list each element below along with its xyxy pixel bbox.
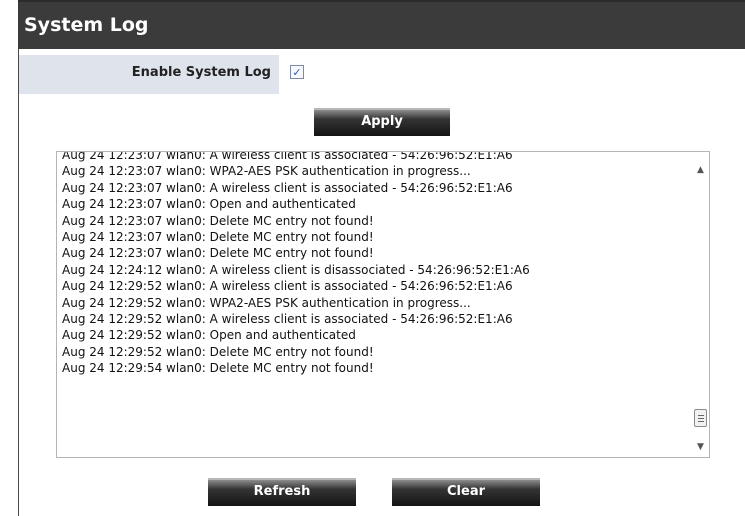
log-line: Aug 24 12:23:07 wlan0: A wireless client… (62, 151, 513, 162)
log-lines: Aug 24 12:23:07 wlan0: A wireless client… (62, 151, 691, 377)
log-line: Aug 24 12:23:07 wlan0: Delete MC entry n… (62, 246, 374, 261)
log-line: Aug 24 12:29:52 wlan0: Open and authenti… (62, 328, 356, 343)
enable-system-log-label-cell: Enable System Log (19, 55, 279, 94)
checkmark-icon: ✓ (292, 65, 302, 79)
log-line: Aug 24 12:29:52 wlan0: Delete MC entry n… (62, 344, 374, 359)
thumb-grip-line (698, 421, 704, 422)
apply-button[interactable]: Apply (314, 108, 450, 136)
log-line: Aug 24 12:23:07 wlan0: Open and authenti… (62, 197, 356, 212)
log-line: Aug 24 12:23:07 wlan0: A wireless client… (62, 180, 513, 195)
system-log-textarea[interactable]: Aug 24 12:23:07 wlan0: A wireless client… (56, 151, 710, 458)
log-line: Aug 24 12:29:52 wlan0: A wireless client… (62, 312, 513, 327)
log-line: Aug 24 12:29:52 wlan0: WPA2-AES PSK auth… (62, 295, 471, 310)
page-title: System Log (24, 14, 149, 36)
log-line: Aug 24 12:23:07 wlan0: Delete MC entry n… (62, 230, 374, 245)
thumb-grip-line (698, 415, 704, 416)
clear-button[interactable]: Clear (392, 478, 540, 506)
section-header: System Log (18, 0, 745, 49)
log-line: Aug 24 12:24:12 wlan0: A wireless client… (62, 262, 530, 277)
scroll-up-arrow-icon[interactable]: ▲ (692, 162, 709, 178)
enable-system-log-checkbox[interactable]: ✓ (290, 65, 304, 79)
refresh-button[interactable]: Refresh (208, 478, 356, 506)
log-line: Aug 24 12:29:52 wlan0: A wireless client… (62, 279, 513, 294)
scroll-down-arrow-icon[interactable]: ▼ (692, 439, 709, 455)
log-line: Aug 24 12:29:54 wlan0: Delete MC entry n… (62, 361, 374, 376)
log-scrollbar[interactable]: ▲ ▼ (691, 152, 709, 457)
enable-system-log-label: Enable System Log (131, 65, 271, 80)
scroll-thumb[interactable] (694, 409, 707, 427)
log-line: Aug 24 12:23:07 wlan0: Delete MC entry n… (62, 213, 374, 228)
log-line: Aug 24 12:23:07 wlan0: WPA2-AES PSK auth… (62, 164, 471, 179)
thumb-grip-line (698, 418, 704, 419)
